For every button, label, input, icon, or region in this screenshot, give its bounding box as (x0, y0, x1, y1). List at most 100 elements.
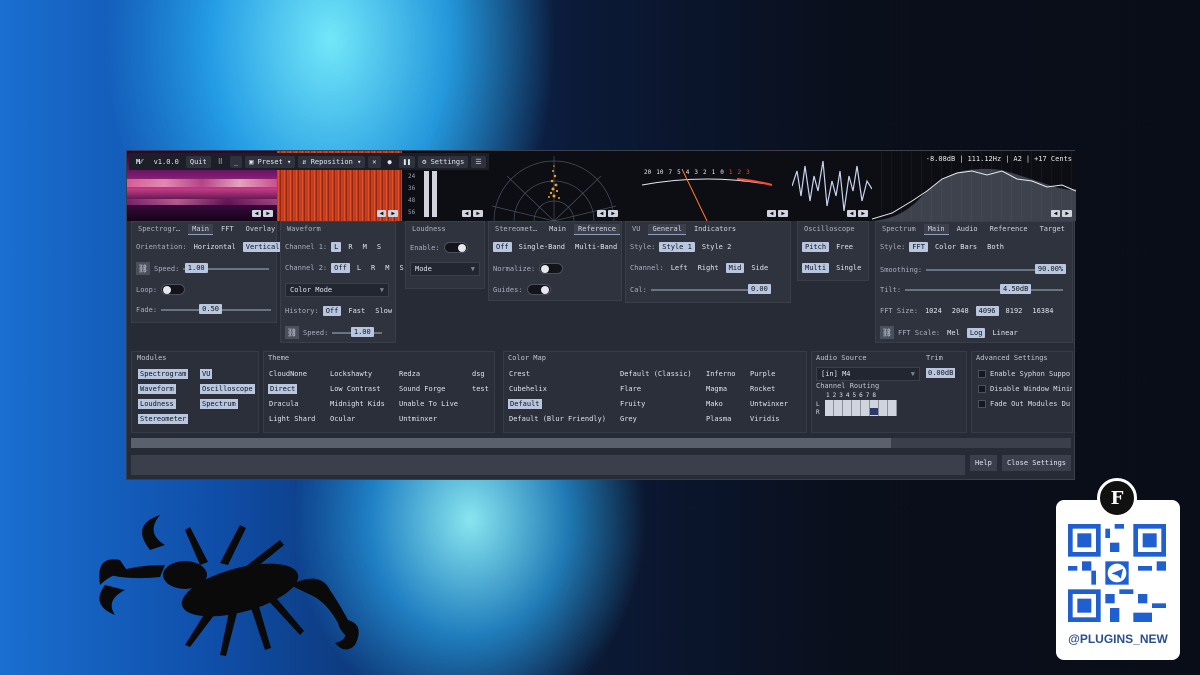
band-off[interactable]: Off (493, 242, 512, 252)
horizontal-scrollbar[interactable] (131, 438, 1071, 448)
band-multi[interactable]: Multi-Band (572, 242, 620, 252)
fft-scale-log[interactable]: Log (966, 327, 986, 338)
channel1-r[interactable]: R (345, 242, 355, 252)
theme-dsg[interactable]: dsg (472, 370, 485, 378)
module-spectrogram[interactable]: Spectrogram (138, 369, 189, 379)
colormap-cubehelix[interactable]: Cubehelix (509, 385, 547, 393)
osc-pitch[interactable]: Pitch (802, 242, 830, 252)
vu-style-2[interactable]: Style 2 (699, 242, 735, 252)
theme-ocular[interactable]: Ocular (330, 415, 355, 423)
colormap-default[interactable]: Default (508, 399, 542, 409)
tab-vu-general[interactable]: General (648, 223, 686, 235)
trim-value[interactable]: 0.00dB (926, 368, 956, 378)
colormap-fruity[interactable]: Fruity (620, 400, 645, 408)
waveform-nav[interactable]: ◀ ▶ (376, 210, 398, 217)
advanced-item-syphon[interactable]: Enable Syphon Suppo (978, 370, 1070, 378)
smoothing-slider[interactable]: 90.00% (926, 264, 1067, 274)
spectrum-style-colorbars[interactable]: Color Bars (932, 242, 980, 252)
advanced-item-fade[interactable]: Fade Out Modules Du (978, 400, 1070, 408)
fade-checkbox[interactable] (978, 400, 986, 408)
tab-vu-indicators[interactable]: Indicators (690, 224, 740, 234)
vu-channel-mid[interactable]: Mid (725, 263, 745, 273)
channel1-m[interactable]: M (360, 242, 370, 252)
tab-spectrum-target[interactable]: Target (1036, 224, 1069, 234)
scrollbar-thumb[interactable] (131, 438, 891, 448)
module-vu[interactable]: VU (200, 369, 213, 379)
vu-nav[interactable]: ◀ ▶ (766, 210, 788, 217)
channel2-m[interactable]: M (382, 263, 392, 273)
fft-size-4096[interactable]: 4096 (975, 306, 999, 316)
orientation-vertical[interactable]: Vertical (242, 242, 283, 252)
cal-slider[interactable]: 0.00 (650, 284, 771, 294)
tab-spectrum-audio[interactable]: Audio (953, 224, 982, 234)
fft-scale-mel[interactable]: Mel (944, 328, 963, 338)
history-fast[interactable]: Fast (345, 306, 368, 316)
theme-test[interactable]: test (472, 385, 489, 393)
menu-icon[interactable]: ☰ (471, 155, 486, 168)
band-single[interactable]: Single-Band (516, 242, 568, 252)
theme-redza[interactable]: Redza (399, 370, 420, 378)
spectrum-style-fft[interactable]: FFT (909, 242, 928, 252)
spectrum-style-both[interactable]: Both (984, 242, 1007, 252)
spectrum-nav[interactable]: ◀ ▶ (1050, 210, 1072, 217)
tab-spectrogram-overlay[interactable]: Overlay (242, 224, 280, 234)
fft-size-16384[interactable]: 16384 (1029, 306, 1056, 316)
theme-untminxer[interactable]: Untminxer (399, 415, 437, 423)
color-mode-select[interactable]: Color Mode ▼ (285, 283, 389, 297)
close-settings-button[interactable]: Close Settings (1002, 455, 1072, 471)
tab-stereometer-reference[interactable]: Reference (574, 223, 620, 235)
channel1-l[interactable]: L (331, 242, 342, 252)
enable-toggle[interactable] (443, 242, 468, 253)
waveform-speed-slider[interactable]: 1.00 (332, 326, 383, 337)
colormap-magma[interactable]: Magma (706, 385, 727, 393)
vu-style-1[interactable]: Style 1 (659, 242, 695, 252)
tab-spectrogram-main[interactable]: Main (188, 223, 214, 235)
loop-toggle[interactable] (161, 284, 186, 295)
tab-stereometer-main[interactable]: Main (545, 224, 570, 234)
theme-cloudnone[interactable]: CloudNone (269, 370, 307, 378)
osc-free[interactable]: Free (833, 242, 856, 252)
normalize-toggle[interactable] (539, 263, 564, 274)
theme-sound-forge[interactable]: Sound Forge (399, 385, 445, 393)
colormap-flare[interactable]: Flare (620, 385, 641, 393)
channel1-s[interactable]: S (374, 242, 384, 252)
syphon-checkbox[interactable] (978, 370, 986, 378)
audio-source-select[interactable]: [in] M4 ▼ (816, 367, 920, 381)
spectrogram-speed-slider[interactable]: 1.00 (183, 262, 270, 273)
quit-button[interactable]: Quit (185, 155, 211, 168)
module-spectrum[interactable]: Spectrum (200, 399, 238, 409)
orientation-horizontal[interactable]: Horizontal (191, 242, 239, 252)
reposition-button[interactable]: ⇵ Reposition ▾ (298, 155, 366, 168)
tilt-slider[interactable]: 4.50dB (905, 284, 1064, 294)
record-icon[interactable]: ● (384, 156, 396, 168)
theme-dracula[interactable]: Dracula (269, 400, 299, 408)
module-waveform[interactable]: Waveform (138, 384, 176, 394)
theme-low-contrast[interactable]: Low Contrast (330, 385, 381, 393)
minimize-checkbox[interactable] (978, 385, 986, 393)
colormap-purple[interactable]: Purple (750, 370, 775, 378)
osc-multi[interactable]: Multi (802, 263, 830, 273)
colormap-untwinxer[interactable]: Untwinxer (750, 400, 788, 408)
link-icon[interactable]: ⛓ (285, 326, 299, 339)
history-off[interactable]: Off (322, 306, 342, 316)
tab-spectrogram-fft[interactable]: FFT (217, 224, 238, 234)
link-icon[interactable]: ⛓ (880, 326, 894, 339)
guides-toggle[interactable] (526, 284, 551, 295)
vu-channel-left[interactable]: Left (668, 263, 691, 273)
colormap-viridis[interactable]: Viridis (750, 415, 780, 423)
fft-size-1024[interactable]: 1024 (922, 306, 945, 316)
loudness-nav[interactable]: ◀ ▶ (461, 210, 483, 217)
channel2-r[interactable]: R (368, 263, 378, 273)
module-loudness[interactable]: Loudness (138, 399, 176, 409)
advanced-item-minimize[interactable]: Disable Window Minim (978, 385, 1072, 393)
routing-matrix[interactable] (825, 400, 897, 416)
history-slow[interactable]: Slow (372, 306, 395, 316)
help-button[interactable]: Help (970, 455, 997, 471)
module-stereometer[interactable]: Stereometer (138, 414, 189, 424)
tools-icon[interactable]: ✕ (368, 155, 381, 168)
theme-unable-to-live[interactable]: Unable To Live (399, 400, 458, 408)
preset-button[interactable]: ▣ Preset ▾ (245, 155, 296, 168)
colormap-default-blur[interactable]: Default (Blur Friendly) (509, 415, 606, 423)
vu-channel-side[interactable]: Side (748, 263, 771, 273)
theme-direct[interactable]: Direct (268, 384, 298, 394)
